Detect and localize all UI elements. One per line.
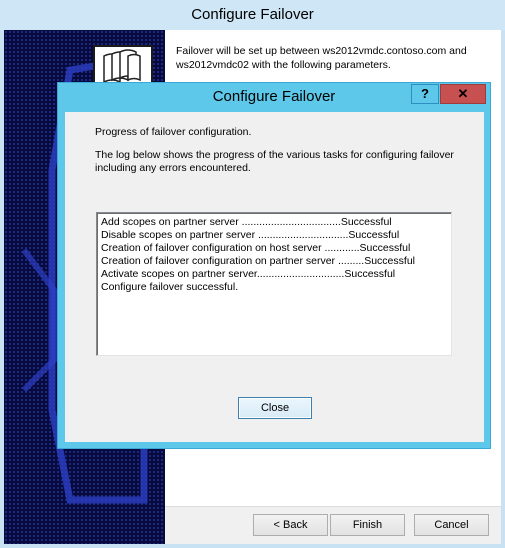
finish-button[interactable]: Finish [330,514,405,536]
help-button[interactable]: ? [411,84,439,104]
close-button[interactable]: Close [238,397,312,419]
log-line: Creation of failover configuration on ho… [101,242,411,254]
log-line: Configure failover successful. [101,281,239,293]
outer-window-title: Configure Failover [0,0,505,30]
progress-heading: Progress of failover configuration. [95,126,252,138]
log-line: Activate scopes on partner server.......… [101,268,396,280]
progress-description: The log below shows the progress of the … [95,149,454,174]
log-line: Add scopes on partner server ...........… [101,216,392,228]
log-line: Creation of failover configuration on pa… [101,255,415,267]
log-line: Disable scopes on partner server .......… [101,229,400,241]
dialog-close-icon[interactable]: ✕ [440,84,486,104]
configure-failover-dialog: Configure Failover ? ✕ Progress of failo… [57,82,491,449]
wizard-description: Failover will be set up between ws2012vm… [176,45,467,71]
cancel-button[interactable]: Cancel [414,514,489,536]
progress-log[interactable]: Add scopes on partner server ...........… [96,212,452,356]
back-button[interactable]: < Back [253,514,328,536]
dialog-body: Progress of failover configuration. The … [65,112,484,442]
